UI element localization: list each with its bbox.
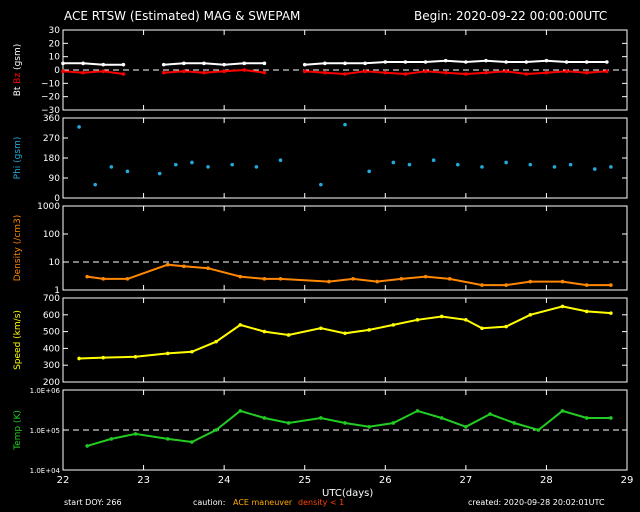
y-tick-label: 700 bbox=[43, 294, 60, 304]
data-point-phi bbox=[480, 165, 484, 169]
y-axis-label-part: Temp bbox=[13, 423, 23, 451]
data-point-phi bbox=[77, 125, 81, 129]
y-tick-label: −10 bbox=[41, 79, 60, 89]
series-line-bt bbox=[304, 59, 607, 66]
y-tick-label: 10 bbox=[49, 53, 61, 63]
y-axis-label-part: Speed bbox=[13, 339, 23, 370]
y-tick-label: 100 bbox=[43, 230, 60, 240]
data-point-phi bbox=[319, 182, 323, 187]
data-point-phi bbox=[254, 165, 259, 169]
series-line-temp bbox=[86, 409, 611, 447]
y-tick-label: 0 bbox=[54, 66, 60, 76]
y-tick-label: 1.0E+04 bbox=[30, 467, 61, 475]
x-tick-label: 23 bbox=[137, 475, 150, 486]
x-tick-label: 22 bbox=[57, 475, 70, 486]
y-tick-label: 500 bbox=[43, 328, 60, 338]
series-line-bt bbox=[63, 62, 124, 66]
caution-label: caution: bbox=[193, 498, 226, 507]
data-point-phi bbox=[431, 158, 436, 163]
y-axis-label: Phi (gsm) bbox=[13, 137, 23, 180]
series-line-bz bbox=[62, 70, 124, 75]
x-tick-label: 25 bbox=[298, 475, 311, 486]
data-point-phi bbox=[230, 162, 234, 167]
data-point-phi bbox=[93, 182, 98, 187]
x-tick-label: 26 bbox=[379, 475, 392, 486]
data-point-phi bbox=[407, 162, 412, 167]
data-point-phi bbox=[343, 122, 347, 127]
series-line-speed bbox=[79, 305, 611, 360]
x-tick-label: 29 bbox=[621, 475, 634, 486]
y-tick-label: 180 bbox=[43, 154, 60, 164]
y-axis-label-part: (km/s) bbox=[13, 310, 23, 339]
y-tick-label: 1.0E+05 bbox=[30, 427, 60, 435]
data-point-phi bbox=[504, 160, 508, 165]
data-point-phi bbox=[278, 158, 283, 163]
x-tick-label: 28 bbox=[540, 475, 553, 486]
y-tick-label: 300 bbox=[43, 361, 60, 371]
y-axis-label-part: Phi bbox=[13, 163, 23, 180]
y-axis-label-part: (gsm) bbox=[13, 137, 23, 163]
y-axis-label: Density (/cm3) bbox=[13, 215, 23, 282]
y-tick-label: 360 bbox=[43, 114, 60, 124]
data-point-phi bbox=[609, 165, 613, 169]
y-tick-label: 30 bbox=[49, 26, 61, 36]
series-line-bz bbox=[304, 70, 607, 76]
data-point-phi bbox=[206, 165, 210, 169]
y-tick-label: 270 bbox=[43, 134, 60, 144]
y-axis-label-part: Bt bbox=[13, 84, 23, 97]
data-point-phi bbox=[456, 162, 460, 167]
x-tick-label: 24 bbox=[218, 475, 231, 486]
y-axis-label-part: (gsm) bbox=[13, 44, 23, 70]
data-point-phi bbox=[157, 171, 162, 176]
panel-frame bbox=[62, 117, 628, 199]
y-tick-label: 1.0E+06 bbox=[30, 387, 61, 395]
data-point-phi bbox=[109, 165, 114, 169]
data-point-phi bbox=[367, 169, 371, 174]
data-point-phi bbox=[174, 162, 178, 167]
data-point-phi bbox=[568, 162, 573, 167]
panel-frame bbox=[62, 297, 628, 383]
footer: start DOY: 266 caution: ACE maneuver den… bbox=[0, 498, 640, 512]
y-tick-label: 400 bbox=[43, 344, 60, 354]
y-axis-label-part: (K) bbox=[13, 410, 23, 423]
start-doy: start DOY: 266 bbox=[64, 498, 122, 507]
y-axis-label-part: Bz bbox=[13, 70, 23, 84]
y-tick-label: 600 bbox=[43, 311, 60, 321]
y-tick-label: 1000 bbox=[37, 202, 60, 212]
data-point-phi bbox=[552, 165, 557, 169]
series-line-density bbox=[87, 263, 611, 287]
density-note: density < 1 bbox=[298, 498, 345, 507]
y-axis-label: Temp (K) bbox=[13, 410, 23, 451]
data-point-phi bbox=[592, 167, 597, 171]
data-point-phi bbox=[391, 160, 396, 165]
maneuver-note: ACE maneuver bbox=[233, 498, 293, 507]
series-line-bt bbox=[163, 62, 265, 66]
data-point-phi bbox=[190, 160, 194, 165]
panel-frame bbox=[62, 205, 628, 291]
y-tick-label: 20 bbox=[49, 39, 61, 49]
y-axis-label: Speed (km/s) bbox=[13, 310, 23, 370]
y-tick-label: 10 bbox=[49, 258, 61, 268]
y-axis-label: Bt Bz (gsm) bbox=[13, 44, 23, 97]
y-axis-label-part: (/cm3) bbox=[13, 215, 23, 245]
created-time: created: 2020-09-28 20:02:01UTC bbox=[468, 498, 605, 507]
data-point-phi bbox=[125, 169, 130, 174]
plot-area: 3020100−10−20−30Bt Bz (gsm) 360270180900… bbox=[13, 26, 634, 486]
x-tick-label: 27 bbox=[459, 475, 472, 486]
y-tick-label: −20 bbox=[41, 93, 60, 103]
y-axis-label-part: Density bbox=[13, 244, 23, 281]
y-tick-label: 90 bbox=[49, 174, 61, 184]
data-point-phi bbox=[528, 162, 533, 167]
